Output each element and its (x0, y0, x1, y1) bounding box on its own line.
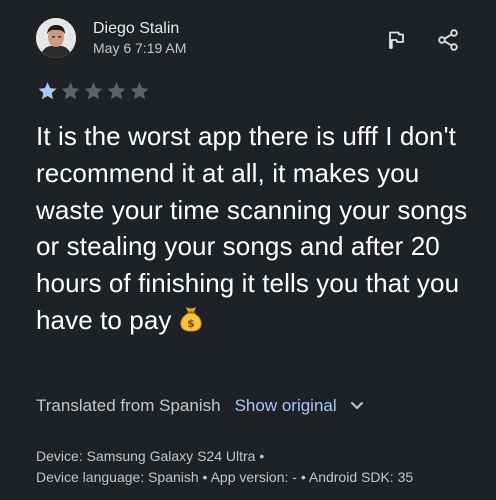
share-button[interactable] (434, 26, 462, 54)
star-empty-icon (107, 82, 126, 100)
review-text: It is the worst app there is ufff I don'… (36, 121, 468, 335)
show-original-button[interactable]: Show original (235, 396, 337, 416)
chevron-down-icon[interactable] (350, 401, 364, 411)
device-info: Device: Samsung Galaxy S24 Ultra • Devic… (36, 446, 486, 488)
star-empty-icon (61, 82, 80, 100)
share-icon (438, 29, 458, 51)
avatar (36, 18, 76, 58)
review-header: Diego Stalin May 6 7:19 AM (36, 18, 476, 64)
money-bag-icon: $ (176, 303, 206, 343)
translated-label: Translated from Spanish (36, 396, 221, 415)
review-body: It is the worst app there is ufff I don'… (36, 118, 476, 343)
device-info-line2: Device language: Spanish • App version: … (36, 469, 414, 485)
star-rating (36, 80, 151, 102)
svg-text:$: $ (187, 317, 195, 330)
device-info-line1: Device: Samsung Galaxy S24 Ultra • (36, 448, 265, 464)
flag-icon (389, 31, 404, 49)
review-date: May 6 7:19 AM (93, 40, 187, 56)
report-button[interactable] (382, 26, 410, 54)
star-empty-icon (84, 82, 103, 100)
review-card: Diego Stalin May 6 7:19 AM It is the wor… (0, 0, 496, 500)
author-name: Diego Stalin (93, 20, 180, 37)
translation-row: Translated from Spanish Show original (36, 394, 364, 418)
star-empty-icon (130, 82, 149, 100)
star-filled-icon (38, 82, 57, 100)
